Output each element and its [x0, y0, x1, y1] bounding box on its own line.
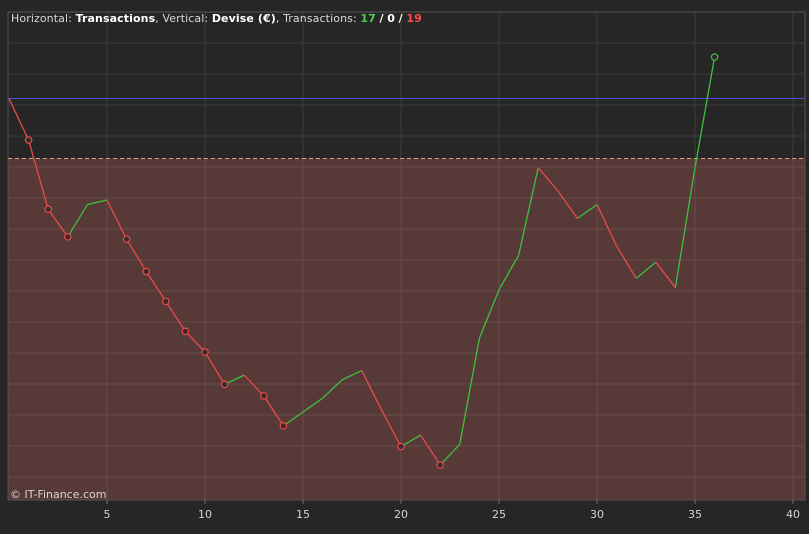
loss-marker	[397, 442, 405, 451]
x-axis: 5 10 15 20 25 30 35 40	[104, 500, 800, 521]
loss-marker	[436, 461, 445, 469]
equity-chart: 5 10 15 20 25 30 35 40 Horizontal: Transactions…	[0, 0, 809, 534]
loss-marker	[122, 235, 131, 243]
loss-marker	[142, 267, 151, 276]
loss-marker	[201, 348, 209, 356]
horizontal-value: Transactions	[75, 12, 156, 25]
drawdown-zone	[8, 158, 805, 500]
x-tick-label: 5	[104, 508, 111, 521]
chart-header: Horizontal: Transactions, Vertical: Devi…	[11, 12, 422, 25]
x-tick-label: 40	[786, 508, 800, 521]
loss-marker	[44, 205, 53, 213]
chart-canvas: 5 10 15 20 25 30 35 40	[7, 11, 806, 521]
loss-marker	[64, 233, 72, 241]
x-tick-label: 35	[688, 508, 702, 521]
vertical-value: Devise (€)	[211, 12, 276, 25]
loss-marker	[259, 392, 268, 400]
loss-marker	[24, 136, 33, 144]
losses-count: 19	[406, 12, 422, 25]
x-tick-label: 25	[492, 508, 506, 521]
count-separator: /	[379, 12, 384, 25]
neutral-count: 0	[387, 12, 396, 25]
drawdown-zone-layer	[8, 158, 805, 500]
horizontal-label: Horizontal:	[11, 12, 72, 25]
x-tick-label: 15	[296, 508, 310, 521]
count-separator: /	[398, 12, 403, 25]
copyright-text: © IT-Finance.com	[10, 488, 107, 501]
loss-marker	[220, 380, 229, 389]
loss-marker	[279, 422, 288, 430]
wins-count: 17	[360, 12, 376, 25]
loss-marker	[181, 327, 190, 336]
gain-marker	[710, 53, 719, 61]
x-tick-label: 10	[198, 508, 212, 521]
transactions-label: Transactions:	[283, 12, 357, 25]
loss-marker	[162, 297, 170, 306]
x-tick-label: 30	[590, 508, 604, 521]
vertical-label: Vertical:	[162, 12, 209, 25]
x-tick-label: 20	[394, 508, 408, 521]
